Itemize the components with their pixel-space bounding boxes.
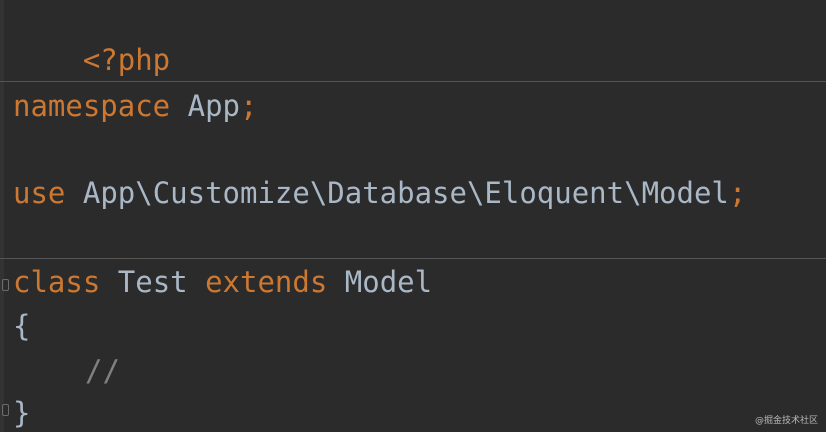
method-separator-line [0,258,826,259]
semicolon: ; [240,89,258,123]
fold-marker-icon[interactable] [2,404,9,416]
code-line-class-declaration: class Test extends Model [13,262,432,302]
close-brace: } [13,396,31,430]
namespace-name: App [187,89,240,123]
code-line-comment: // [85,351,120,391]
code-line-php-open-tag: <?php [13,0,170,77]
class-keyword: class [13,265,101,299]
use-keyword: use [13,176,66,210]
code-line-close-brace: } [13,393,30,432]
code-line-use: use App\Customize\Database\Eloquent\Mode… [13,173,746,213]
import-path: App\Customize\Database\Eloquent\Model [82,176,729,210]
parent-class-name: Model [344,265,433,299]
semicolon: ; [728,176,747,210]
class-name: Test [117,265,188,299]
open-brace: { [13,309,31,343]
extends-keyword: extends [205,265,328,299]
code-line-open-brace: { [13,306,30,346]
editor-gutter [0,0,4,432]
watermark-text: @掘金技术社区 [754,416,818,426]
php-open-tag: <?php [82,43,171,77]
code-editor[interactable]: <?php namespace App; use App\Customize\D… [0,0,826,432]
comment: // [85,354,120,388]
method-separator-line [0,81,826,82]
namespace-keyword: namespace [13,89,171,123]
fold-marker-icon[interactable] [2,279,9,291]
code-line-namespace: namespace App; [13,86,257,126]
